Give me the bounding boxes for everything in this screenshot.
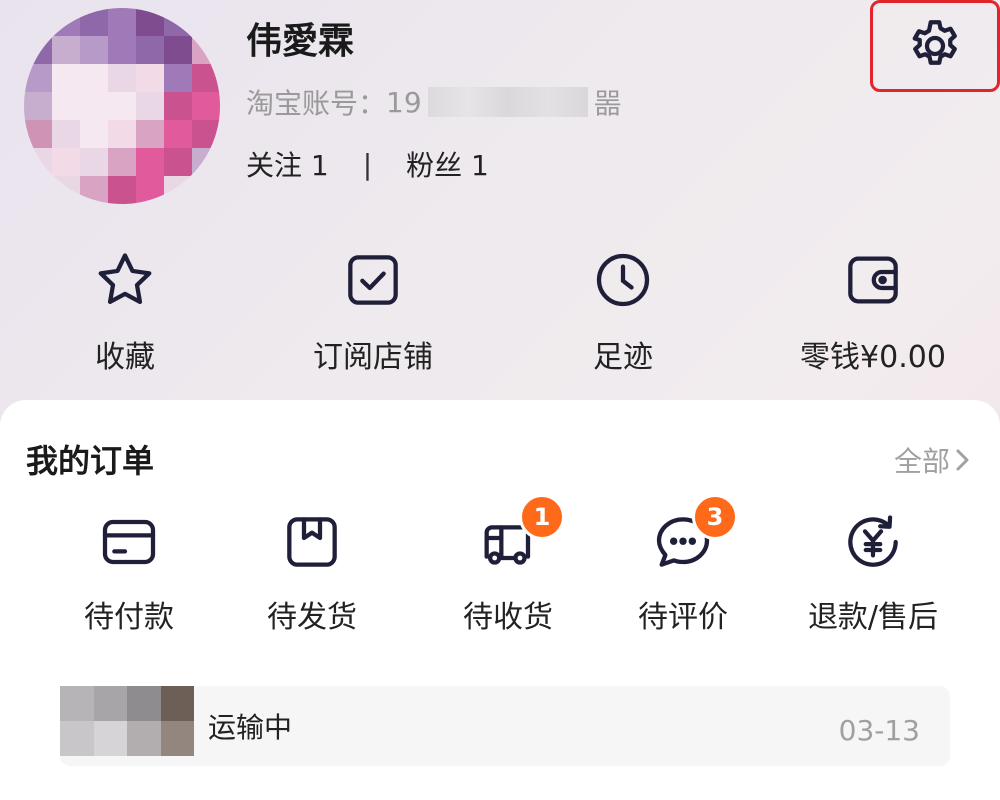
orders-title: 我的订单 [26,442,155,480]
wallet-icon [848,256,898,304]
avatar[interactable] [24,8,220,204]
shipment-date: 03-13 [838,714,920,747]
box-icon [287,517,337,567]
order-label: 退款/售后 [807,600,939,635]
quick-subscribed-shops[interactable]: 订阅店铺 [303,248,443,378]
follow-stats: 关注 1 | 粉丝 1 [246,144,489,184]
quick-wallet[interactable]: 零钱¥0.00 [798,248,948,378]
orders-card: 我的订单 全部 待付款 待发货 1 待收货 3 待评价 退款/售后 运输中 03… [0,400,1000,800]
order-label: 待发货 [267,600,357,635]
account-mask [427,87,588,117]
order-label: 待收货 [463,600,553,635]
account-label: 淘宝账号： [246,87,387,120]
settings-button[interactable] [870,0,1000,92]
card-icon [102,519,156,565]
gear-icon [912,20,957,65]
quick-label: 收藏 [95,340,155,375]
badge-count: 1 [519,494,565,540]
quick-footprints[interactable]: 足迹 [583,248,663,378]
order-pending-review[interactable]: 3 待评价 [630,494,738,636]
order-pending-receipt[interactable]: 1 待收货 [455,494,565,636]
following-link[interactable]: 关注 1 [246,144,329,184]
quick-favorites[interactable]: 收藏 [85,248,165,378]
followers-link[interactable]: 粉丝 1 [406,144,489,184]
subscribe-check-icon [348,255,398,305]
quick-label: 订阅店铺 [313,340,433,375]
account-id-row: 淘宝账号： 19 噐 [246,82,624,122]
badge-count: 3 [692,494,738,540]
all-orders-link[interactable]: 全部 [894,440,974,480]
order-refund-aftersales[interactable]: 退款/售后 [796,510,950,636]
quick-label: 零钱¥0.00 [800,340,946,375]
username: 伟愛霖 [246,21,355,62]
chevron-right-icon [956,449,969,471]
order-pending-payment[interactable]: 待付款 [76,510,182,636]
shipment-card[interactable]: 运输中 03-13 [60,686,950,766]
star-icon [98,253,152,304]
shipment-status: 运输中 [208,711,293,744]
refund-icon [848,515,898,567]
account-suffix: 噐 [593,87,624,120]
account-prefix: 19 [386,85,422,119]
order-label: 待评价 [638,600,728,635]
quick-label: 足迹 [593,340,653,375]
all-orders-label: 全部 [893,445,950,478]
order-pending-shipment[interactable]: 待发货 [259,510,365,636]
clock-icon [596,253,650,307]
order-label: 待付款 [84,600,174,635]
product-thumbnail [60,686,194,756]
divider: | [362,147,373,181]
